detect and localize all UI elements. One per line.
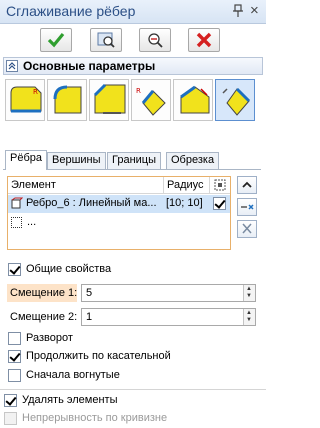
tab-vertices[interactable]: Вершины bbox=[47, 152, 106, 170]
tab-edges[interactable]: Рёбра bbox=[5, 150, 47, 170]
concave-first-checkbox[interactable] bbox=[8, 369, 21, 382]
reversal-checkbox[interactable] bbox=[8, 332, 21, 345]
svg-text:R: R bbox=[33, 88, 38, 96]
concave-first-label: Сначала вогнутые bbox=[26, 369, 120, 381]
offset1-label: Смещение 1: bbox=[10, 287, 78, 299]
reversal-label: Разворот bbox=[26, 332, 73, 344]
checkmark-icon bbox=[47, 32, 65, 48]
general-props-label: Общие свойства bbox=[26, 263, 112, 275]
column-header-element[interactable]: Элемент bbox=[8, 177, 163, 194]
svg-text:R: R bbox=[136, 87, 141, 95]
fillet-mode-setback[interactable] bbox=[173, 79, 213, 121]
curvature-continuity-label: Непрерывность по кривизне bbox=[22, 412, 168, 424]
list-row[interactable]: Ребро_6 : Линейный ма... [10; 10] bbox=[8, 195, 230, 213]
tangent-checkbox[interactable] bbox=[8, 350, 21, 363]
section-header[interactable]: Основные параметры bbox=[3, 57, 263, 75]
offset1-input[interactable]: 5 ▲ ▼ bbox=[81, 284, 256, 302]
remove-item-button[interactable] bbox=[237, 198, 257, 216]
delete-icon bbox=[242, 223, 252, 234]
fillet-mode-chord[interactable]: R bbox=[5, 79, 45, 121]
preview-button[interactable] bbox=[90, 28, 122, 52]
cross-icon bbox=[196, 32, 212, 48]
list-row-radius: [10; 10] bbox=[166, 197, 203, 209]
offset2-spinner[interactable]: ▲ ▼ bbox=[243, 309, 255, 325]
fillet-mode-variable[interactable]: R bbox=[131, 79, 171, 121]
edge-icon bbox=[11, 197, 23, 209]
window-title: Сглаживание рёбер bbox=[6, 3, 136, 19]
ok-button[interactable] bbox=[40, 28, 72, 52]
chevron-up-icon bbox=[242, 181, 252, 188]
delete-elements-checkbox[interactable] bbox=[4, 394, 17, 407]
list-row-element: Ребро_6 : Линейный ма... bbox=[26, 197, 157, 209]
section-title: Основные параметры bbox=[23, 59, 156, 73]
offset1-spinner[interactable]: ▲ ▼ bbox=[243, 285, 255, 301]
cancel-button[interactable] bbox=[188, 28, 220, 52]
tab-boundaries[interactable]: Границы bbox=[107, 152, 161, 170]
pin-icon[interactable] bbox=[232, 4, 244, 18]
list-row-new[interactable]: ... bbox=[8, 214, 230, 232]
tangent-label: Продолжить по касательной bbox=[26, 350, 171, 362]
fillet-mode-arc[interactable] bbox=[47, 79, 87, 121]
fillet-mode-constant[interactable] bbox=[89, 79, 129, 121]
offset2-value: 1 bbox=[86, 311, 93, 323]
general-props-checkbox[interactable] bbox=[8, 263, 21, 276]
delete-elements-label: Удалять элементы bbox=[22, 394, 118, 406]
delete-item-button[interactable] bbox=[237, 220, 257, 238]
divider bbox=[0, 389, 266, 390]
tab-strip: Рёбра Вершины Границы Обрезка bbox=[3, 150, 263, 170]
new-element-icon bbox=[11, 217, 22, 228]
close-icon[interactable]: × bbox=[250, 2, 259, 19]
column-header-settings[interactable] bbox=[209, 177, 230, 194]
remove-icon bbox=[241, 204, 254, 210]
offset2-label: Смещение 2: bbox=[10, 311, 78, 323]
grid-settings-icon bbox=[214, 179, 226, 191]
move-up-button[interactable] bbox=[237, 176, 257, 194]
zoom-icon bbox=[148, 33, 163, 48]
list-row-placeholder: ... bbox=[27, 216, 37, 228]
zoom-preview-button[interactable] bbox=[139, 28, 171, 52]
curvature-continuity-checkbox[interactable] bbox=[4, 412, 17, 425]
fillet-mode-rolling[interactable] bbox=[215, 79, 255, 121]
tab-trim[interactable]: Обрезка bbox=[166, 152, 220, 170]
column-header-radius[interactable]: Радиус bbox=[163, 177, 209, 194]
offset2-input[interactable]: 1 ▲ ▼ bbox=[81, 308, 256, 326]
collapse-icon[interactable] bbox=[6, 60, 18, 72]
offset1-value: 5 bbox=[86, 287, 93, 299]
element-list[interactable]: Элемент Радиус Ребро_6 : Линейный ма... … bbox=[7, 176, 231, 250]
preview-icon bbox=[97, 32, 115, 48]
fillet-mode-group: R R bbox=[3, 77, 263, 125]
list-row-checkbox[interactable] bbox=[213, 197, 226, 210]
